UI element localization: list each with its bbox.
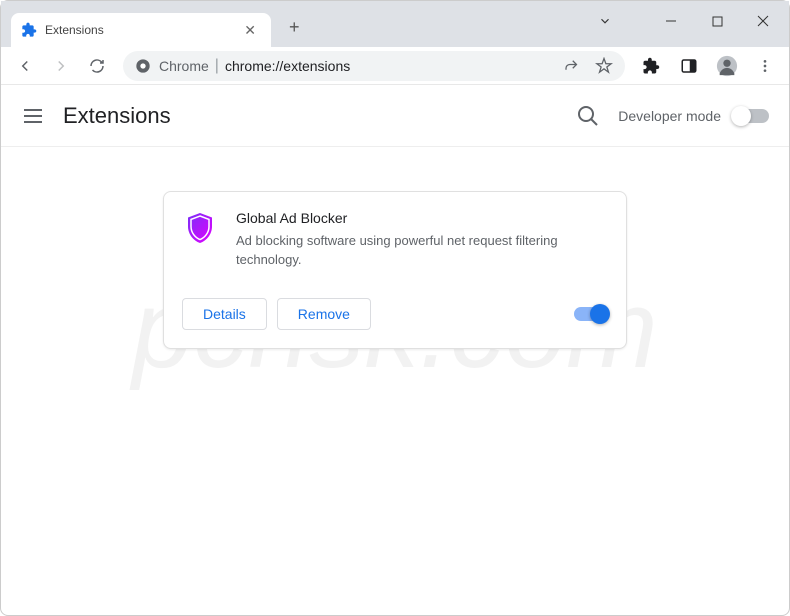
extensions-puzzle-icon[interactable] [635, 50, 667, 82]
reload-button[interactable] [81, 50, 113, 82]
back-button[interactable] [9, 50, 41, 82]
browser-toolbar: Chrome | chrome://extensions [1, 47, 789, 85]
chrome-icon [135, 58, 151, 74]
extension-name: Global Ad Blocker [236, 210, 608, 226]
developer-mode-label: Developer mode [618, 108, 721, 124]
share-icon[interactable] [563, 57, 581, 75]
omnibox-separator: | [215, 57, 219, 75]
tab-search-button[interactable] [583, 6, 627, 36]
sidepanel-icon[interactable] [673, 50, 705, 82]
tab-favicon-puzzle-icon [21, 22, 37, 38]
extension-card: Global Ad Blocker Ad blocking software u… [163, 191, 627, 349]
title-bar: Extensions ✕ + [1, 1, 789, 47]
tab-close-button[interactable]: ✕ [239, 20, 261, 41]
developer-mode-toggle[interactable] [733, 109, 769, 123]
extension-shield-icon [182, 210, 218, 246]
tab-title: Extensions [45, 23, 239, 37]
omnibox-url: chrome://extensions [225, 58, 555, 74]
extension-description: Ad blocking software using powerful net … [236, 232, 608, 270]
details-button[interactable]: Details [182, 298, 267, 330]
extensions-header: Extensions Developer mode [1, 85, 789, 147]
address-bar[interactable]: Chrome | chrome://extensions [123, 51, 625, 81]
window-controls [583, 6, 785, 36]
kebab-menu-icon[interactable] [749, 50, 781, 82]
page-title: Extensions [63, 103, 576, 129]
forward-button[interactable] [45, 50, 77, 82]
maximize-button[interactable] [695, 6, 739, 36]
profile-avatar-icon[interactable] [711, 50, 743, 82]
minimize-button[interactable] [649, 6, 693, 36]
browser-tab[interactable]: Extensions ✕ [11, 13, 271, 47]
content-area: pcrisk.com Global Ad Blocker Ad blocking… [1, 147, 789, 393]
hamburger-menu-icon[interactable] [21, 104, 45, 128]
bookmark-star-icon[interactable] [595, 57, 613, 75]
search-icon[interactable] [576, 104, 600, 128]
omnibox-prefix: Chrome [159, 58, 209, 74]
close-window-button[interactable] [741, 6, 785, 36]
new-tab-button[interactable]: + [283, 15, 306, 40]
remove-button[interactable]: Remove [277, 298, 371, 330]
extension-enable-toggle[interactable] [574, 307, 608, 321]
